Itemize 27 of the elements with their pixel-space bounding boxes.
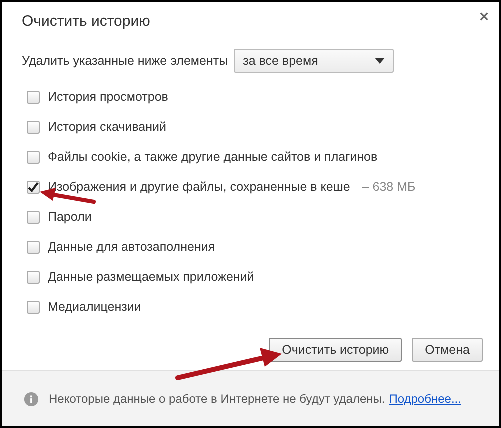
caret-icon	[375, 58, 386, 64]
time-range-dropdown[interactable]: за все время	[234, 49, 394, 73]
size-note: – 638 МБ	[362, 180, 416, 194]
checkbox[interactable]	[27, 180, 40, 194]
checkbox-label[interactable]: Файлы cookie, а также другие данные сайтов и плагинов	[48, 150, 378, 164]
checkbox[interactable]	[27, 270, 40, 284]
checkbox-label[interactable]: Изображения и другие файлы, сохраненные в кеше	[48, 180, 350, 194]
checkbox-label[interactable]: История просмотров	[48, 90, 168, 104]
close-button[interactable]: ×	[480, 11, 499, 25]
checkbox[interactable]	[27, 90, 40, 104]
checkbox-label[interactable]: Данные размещаемых приложений	[48, 270, 254, 284]
checkbox[interactable]	[27, 240, 40, 254]
footer-text: Некоторые данные о работе в Интернете не будут удалены. Подробнее...	[49, 392, 462, 406]
info-icon	[24, 392, 39, 406]
checkbox[interactable]	[27, 210, 40, 224]
checkbox[interactable]	[27, 120, 40, 134]
clear-history-button[interactable]: Очистить историю	[269, 338, 402, 362]
checkbox-label[interactable]: Данные для автозаполнения	[48, 240, 216, 254]
more-link[interactable]: Подробнее...	[389, 392, 462, 406]
range-label: Удалить указанные ниже элементы	[22, 54, 228, 68]
checkbox-label[interactable]: Пароли	[48, 210, 92, 224]
checkbox-label[interactable]: История скачиваний	[48, 120, 166, 134]
cancel-button[interactable]: Отмена	[412, 338, 483, 362]
checkbox[interactable]	[27, 300, 40, 314]
checkbox-label[interactable]: Медиалицензии	[48, 300, 142, 314]
dialog-title: Очистить историю	[22, 13, 150, 30]
checkbox[interactable]	[27, 150, 40, 164]
